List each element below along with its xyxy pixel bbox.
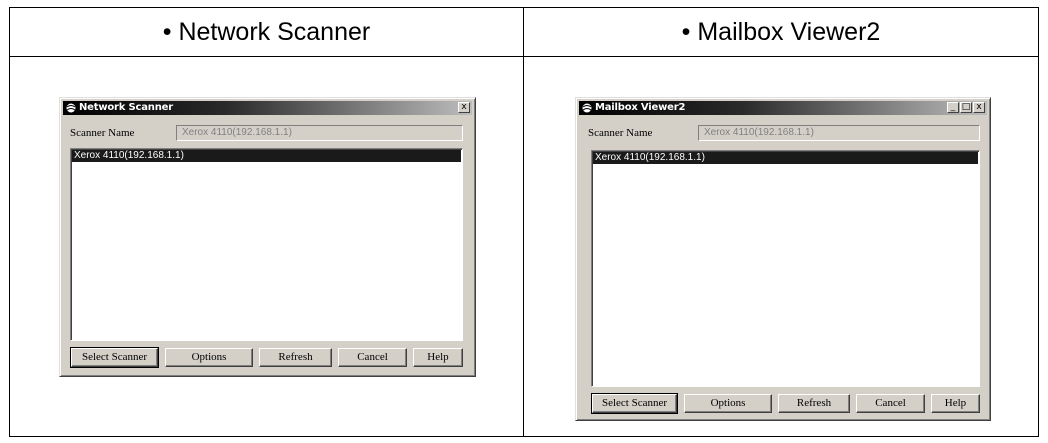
scanner-name-field[interactable]: Xerox 4110(192.168.1.1) bbox=[698, 125, 980, 141]
column-divider bbox=[523, 8, 524, 436]
network-scanner-window: Network Scanner x Scanner Name Xerox 411… bbox=[59, 97, 476, 377]
options-button[interactable]: Options bbox=[165, 348, 253, 367]
scanner-list[interactable]: Xerox 4110(192.168.1.1) bbox=[70, 148, 463, 341]
cancel-button[interactable]: Cancel bbox=[338, 348, 407, 367]
scanner-name-label: Scanner Name bbox=[70, 127, 135, 139]
refresh-button[interactable]: Refresh bbox=[259, 348, 332, 367]
window-title: Network Scanner bbox=[79, 102, 173, 113]
close-icon[interactable]: x bbox=[458, 102, 470, 113]
select-scanner-button[interactable]: Select Scanner bbox=[591, 393, 678, 414]
scanner-globe-icon bbox=[581, 102, 593, 114]
title-bar[interactable]: Network Scanner x bbox=[63, 101, 472, 115]
help-button[interactable]: Help bbox=[931, 394, 980, 413]
header-divider bbox=[10, 56, 1038, 57]
list-item[interactable]: Xerox 4110(192.168.1.1) bbox=[593, 152, 978, 164]
cancel-button[interactable]: Cancel bbox=[856, 394, 925, 413]
scanner-name-label: Scanner Name bbox=[588, 127, 653, 139]
scanner-name-field[interactable]: Xerox 4110(192.168.1.1) bbox=[176, 125, 463, 141]
refresh-button[interactable]: Refresh bbox=[778, 394, 850, 413]
window-title: Mailbox Viewer2 bbox=[595, 102, 686, 113]
options-button[interactable]: Options bbox=[684, 394, 772, 413]
heading-mailbox-viewer2: • Mailbox Viewer2 bbox=[681, 18, 881, 46]
maximize-icon[interactable]: □ bbox=[960, 102, 972, 113]
heading-network-scanner: • Network Scanner bbox=[162, 18, 371, 46]
mailbox-viewer2-window: Mailbox Viewer2 _ □ x Scanner Name Xerox… bbox=[575, 97, 991, 421]
minimize-icon[interactable]: _ bbox=[947, 102, 959, 113]
close-icon[interactable]: x bbox=[973, 102, 985, 113]
list-item[interactable]: Xerox 4110(192.168.1.1) bbox=[72, 150, 461, 162]
select-scanner-button[interactable]: Select Scanner bbox=[70, 347, 159, 368]
scanner-globe-icon bbox=[65, 102, 77, 114]
help-button[interactable]: Help bbox=[413, 348, 463, 367]
scanner-list[interactable]: Xerox 4110(192.168.1.1) bbox=[591, 150, 980, 387]
title-bar[interactable]: Mailbox Viewer2 _ □ x bbox=[579, 101, 987, 115]
